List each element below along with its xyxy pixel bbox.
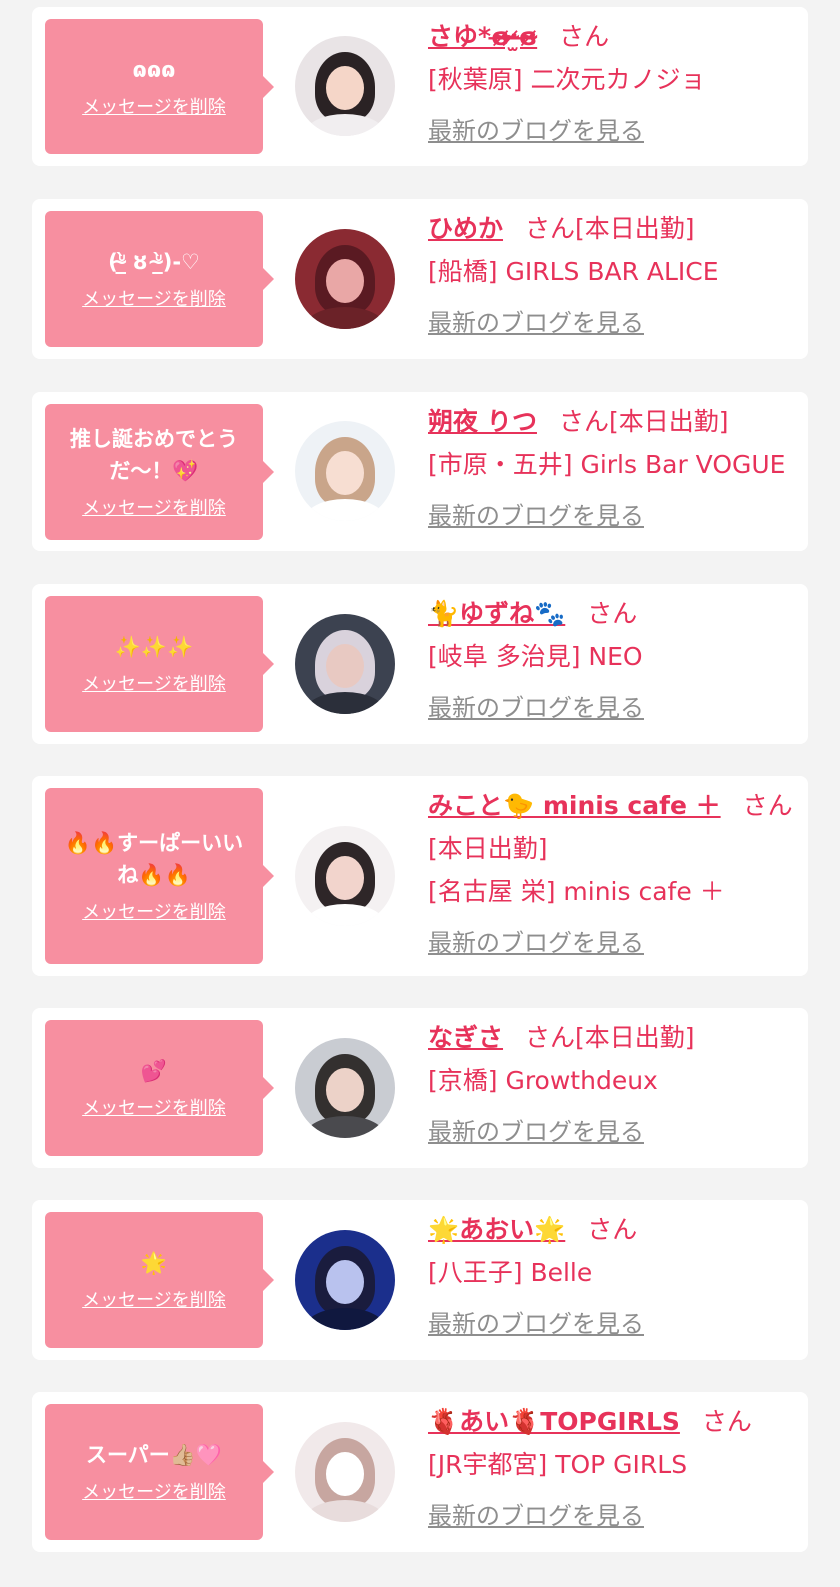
- cast-name-link[interactable]: 🐈ゆずね🐾: [428, 599, 565, 628]
- name-line: 🌟あおい🌟 さん: [428, 1214, 796, 1246]
- cast-name-link[interactable]: みこと🐤 minis cafe ＋: [428, 791, 721, 820]
- latest-blog-link[interactable]: 最新のブログを見る: [428, 1117, 644, 1147]
- honorific: さん: [558, 407, 609, 436]
- cast-name-link[interactable]: なぎさ: [428, 1023, 503, 1052]
- attendance-tag: [本日出勤]: [428, 834, 548, 863]
- shop-name: [市原・五井] Girls Bar VOGUE: [428, 450, 786, 479]
- avatar[interactable]: [295, 421, 395, 521]
- attendance-tag: [本日出勤]: [608, 407, 729, 436]
- message-bubble: 🔥🔥すーぱーいいね🔥🔥 メッセージを削除: [45, 788, 274, 964]
- profile-info: 🐈ゆずね🐾 さん [岐阜 多治見] NEO 最新のブログを見る: [428, 598, 796, 723]
- avatar[interactable]: [295, 36, 395, 136]
- profile-info: みこと🐤 minis cafe ＋ さん [本日出勤] [名古屋 栄] minis…: [428, 790, 796, 958]
- message-card: ɷɷɷ メッセージを削除 さゆ*ɞ̴̶̷·̴̶̷̫ɞ̴̶̷ さん [秋葉原] 二次…: [32, 7, 808, 166]
- avatar[interactable]: [295, 1230, 395, 1330]
- name-line: 🐈ゆずね🐾 さん: [428, 598, 796, 630]
- message-bubble: ✨✨✨ メッセージを削除: [45, 596, 274, 732]
- message-bubble: ɷɷɷ メッセージを削除: [45, 19, 274, 154]
- honorific: さん: [742, 791, 793, 820]
- shop-name: [京橋] Growthdeux: [428, 1066, 658, 1095]
- message-card: スーパー👍🏼🩷 メッセージを削除 🫀あい🫀TOPGIRLS さん [JR宇都宮] …: [32, 1392, 808, 1552]
- delete-message-link[interactable]: メッセージを削除: [82, 96, 226, 120]
- latest-blog-link[interactable]: 最新のブログを見る: [428, 1309, 644, 1339]
- cast-name-link[interactable]: さゆ*ɞ̴̶̷·̴̶̷̫ɞ̴̶̷: [428, 22, 537, 51]
- message-bubble: (ᐡ̴̲̀ ȣ ᐡ̴̲̀)-♡ メッセージを削除: [45, 211, 274, 347]
- profile-info: 🌟あおい🌟 さん [八王子] Belle 最新のブログを見る: [428, 1214, 796, 1339]
- delete-message-link[interactable]: メッセージを削除: [82, 901, 226, 925]
- name-line: 朔夜 りつ さん[本日出勤]: [428, 406, 796, 438]
- name-line: ひめか さん[本日出勤]: [428, 213, 796, 245]
- latest-blog-link[interactable]: 最新のブログを見る: [428, 501, 644, 531]
- latest-blog-link[interactable]: 最新のブログを見る: [428, 928, 644, 958]
- message-text: (ᐡ̴̲̀ ȣ ᐡ̴̲̀)-♡: [108, 250, 200, 274]
- delete-message-link[interactable]: メッセージを削除: [82, 1289, 226, 1313]
- message-card: 💕 メッセージを削除 なぎさ さん[本日出勤] [京橋] Growthdeux 最…: [32, 1008, 808, 1168]
- shop-name: [JR宇都宮] TOP GIRLS: [428, 1450, 688, 1479]
- cast-name-link[interactable]: 🫀あい🫀TOPGIRLS: [428, 1407, 680, 1436]
- latest-blog-link[interactable]: 最新のブログを見る: [428, 116, 644, 146]
- message-bubble: 🌟 メッセージを削除: [45, 1212, 274, 1348]
- avatar[interactable]: [295, 1038, 395, 1138]
- message-bubble: スーパー👍🏼🩷 メッセージを削除: [45, 1404, 274, 1540]
- latest-blog-link[interactable]: 最新のブログを見る: [428, 693, 644, 723]
- honorific: さん: [525, 1023, 576, 1052]
- shop-name: [名古屋 栄] minis cafe ＋: [428, 877, 725, 906]
- latest-blog-link[interactable]: 最新のブログを見る: [428, 1501, 644, 1531]
- avatar[interactable]: [295, 229, 395, 329]
- profile-info: なぎさ さん[本日出勤] [京橋] Growthdeux 最新のブログを見る: [428, 1022, 796, 1147]
- message-text: ✨✨✨: [114, 635, 194, 659]
- honorific: さん: [525, 214, 576, 243]
- message-bubble: 💕 メッセージを削除: [45, 1020, 274, 1156]
- cast-name-link[interactable]: 朔夜 りつ: [428, 407, 537, 436]
- cast-name-link[interactable]: ひめか: [428, 214, 503, 243]
- message-card: 推し誕おめでとうだ〜！💖 メッセージを削除 朔夜 りつ さん[本日出勤] [市原・…: [32, 392, 808, 551]
- name-line: なぎさ さん[本日出勤]: [428, 1022, 796, 1054]
- profile-info: 朔夜 りつ さん[本日出勤] [市原・五井] Girls Bar VOGUE 最新…: [428, 406, 796, 531]
- latest-blog-link[interactable]: 最新のブログを見る: [428, 308, 644, 338]
- avatar[interactable]: [295, 826, 395, 926]
- message-card: 🌟 メッセージを削除 🌟あおい🌟 さん [八王子] Belle 最新のブログを見る: [32, 1200, 808, 1360]
- message-bubble: 推し誕おめでとうだ〜！💖 メッセージを削除: [45, 404, 274, 540]
- cast-name-link[interactable]: 🌟あおい🌟: [428, 1215, 565, 1244]
- delete-message-link[interactable]: メッセージを削除: [82, 673, 226, 697]
- message-text: スーパー👍🏼🩷: [85, 1443, 223, 1467]
- delete-message-link[interactable]: メッセージを削除: [82, 497, 226, 521]
- avatar[interactable]: [295, 1422, 395, 1522]
- honorific: さん: [559, 22, 610, 51]
- profile-info: ひめか さん[本日出勤] [船橋] GIRLS BAR ALICE 最新のブログを…: [428, 213, 796, 338]
- profile-info: さゆ*ɞ̴̶̷·̴̶̷̫ɞ̴̶̷ さん [秋葉原] 二次元カノジョ 最新のブログを…: [428, 21, 796, 146]
- message-text: 🔥🔥すーぱーいいね🔥🔥: [64, 831, 244, 887]
- delete-message-link[interactable]: メッセージを削除: [82, 1097, 226, 1121]
- shop-name: [八王子] Belle: [428, 1258, 593, 1287]
- message-text: 🌟: [140, 1251, 168, 1275]
- honorific: さん: [701, 1407, 752, 1436]
- profile-info: 🫀あい🫀TOPGIRLS さん [JR宇都宮] TOP GIRLS 最新のブログを…: [428, 1406, 796, 1531]
- honorific: さん: [587, 1215, 638, 1244]
- message-list: ɷɷɷ メッセージを削除 さゆ*ɞ̴̶̷·̴̶̷̫ɞ̴̶̷ さん [秋葉原] 二次…: [0, 0, 840, 1587]
- message-card: 🔥🔥すーぱーいいね🔥🔥 メッセージを削除 みこと🐤 minis cafe ＋ さん…: [32, 776, 808, 976]
- honorific: さん: [587, 599, 638, 628]
- message-card: ✨✨✨ メッセージを削除 🐈ゆずね🐾 さん [岐阜 多治見] NEO 最新のブログ…: [32, 584, 808, 744]
- message-card: (ᐡ̴̲̀ ȣ ᐡ̴̲̀)-♡ メッセージを削除 ひめか さん[本日出勤] [船橋…: [32, 199, 808, 359]
- message-text: 💕: [140, 1059, 168, 1083]
- attendance-tag: [本日出勤]: [575, 1023, 695, 1052]
- message-text: ɷɷɷ: [132, 57, 176, 82]
- name-line: さゆ*ɞ̴̶̷·̴̶̷̫ɞ̴̶̷ さん: [428, 21, 796, 53]
- message-text: 推し誕おめでとうだ〜！💖: [70, 427, 238, 483]
- shop-name: [秋葉原] 二次元カノジョ: [428, 65, 706, 94]
- attendance-tag: [本日出勤]: [575, 214, 695, 243]
- name-line: みこと🐤 minis cafe ＋ さん: [428, 790, 796, 822]
- shop-name: [船橋] GIRLS BAR ALICE: [428, 257, 719, 286]
- avatar[interactable]: [295, 614, 395, 714]
- delete-message-link[interactable]: メッセージを削除: [82, 288, 226, 312]
- shop-name: [岐阜 多治見] NEO: [428, 642, 643, 671]
- delete-message-link[interactable]: メッセージを削除: [82, 1481, 226, 1505]
- name-line: 🫀あい🫀TOPGIRLS さん: [428, 1406, 796, 1438]
